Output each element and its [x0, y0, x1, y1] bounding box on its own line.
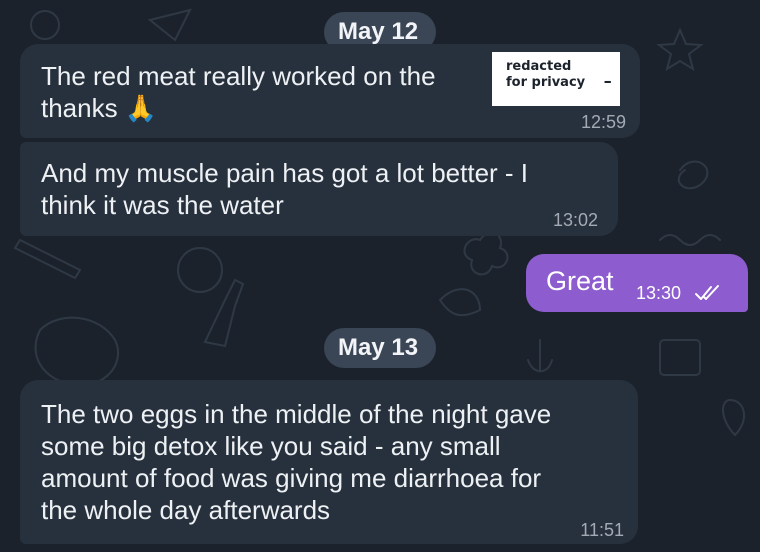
wallpaper-swirl-doodle — [677, 160, 709, 190]
message-bubble-incoming[interactable]: The red meat really worked on the thanks… — [20, 44, 640, 138]
message-bubble-incoming[interactable]: And my muscle pain has got a lot better … — [20, 142, 618, 236]
wallpaper-plane-doodle — [147, 8, 192, 42]
wallpaper-star-doodle — [656, 27, 704, 72]
message-text: Great — [546, 266, 614, 296]
folded-hands-emoji-icon: 🙏 — [124, 93, 158, 123]
message-text: The two eggs in the middle of the night … — [41, 399, 552, 525]
wallpaper-leaf-doodle — [438, 288, 482, 317]
wallpaper-flower-doodle — [463, 231, 509, 276]
message-text-thanks: thanks — [41, 93, 118, 123]
message-text-dash: - — [603, 65, 612, 95]
message-text: And my muscle pain has got a lot better … — [41, 158, 529, 220]
wallpaper-pencil-doodle — [13, 238, 82, 280]
message-timestamp: 13:02 — [552, 210, 598, 230]
message-timestamp: 13:30 — [636, 283, 682, 303]
message-bubble-incoming[interactable]: The two eggs in the middle of the night … — [20, 380, 638, 544]
date-separator-may-13: May 13 — [324, 328, 436, 368]
wallpaper-squiggle-doodle — [659, 234, 721, 246]
message-text-line-2: thanks 🙏 — [41, 92, 157, 124]
double-check-icon — [695, 285, 719, 300]
wallpaper-strawberry-doodle — [722, 398, 745, 437]
wallpaper-anchor-doodle — [527, 339, 553, 373]
wallpaper-cat-doodle — [34, 316, 120, 387]
message-text: The red meat really worked on the — [41, 61, 436, 91]
redaction-label: redacted for privacy — [506, 59, 586, 90]
message-timestamp: 11:51 — [580, 520, 624, 540]
message-timestamp: 12:59 — [580, 112, 626, 132]
message-bubble-outgoing[interactable]: Great 13:30 — [526, 254, 748, 312]
redaction-box: redacted for privacy - — [492, 52, 620, 106]
wallpaper-egg-doodle — [177, 247, 223, 293]
wallpaper-cup-doodle — [659, 339, 701, 376]
wallpaper-circle-doodle — [30, 10, 60, 40]
